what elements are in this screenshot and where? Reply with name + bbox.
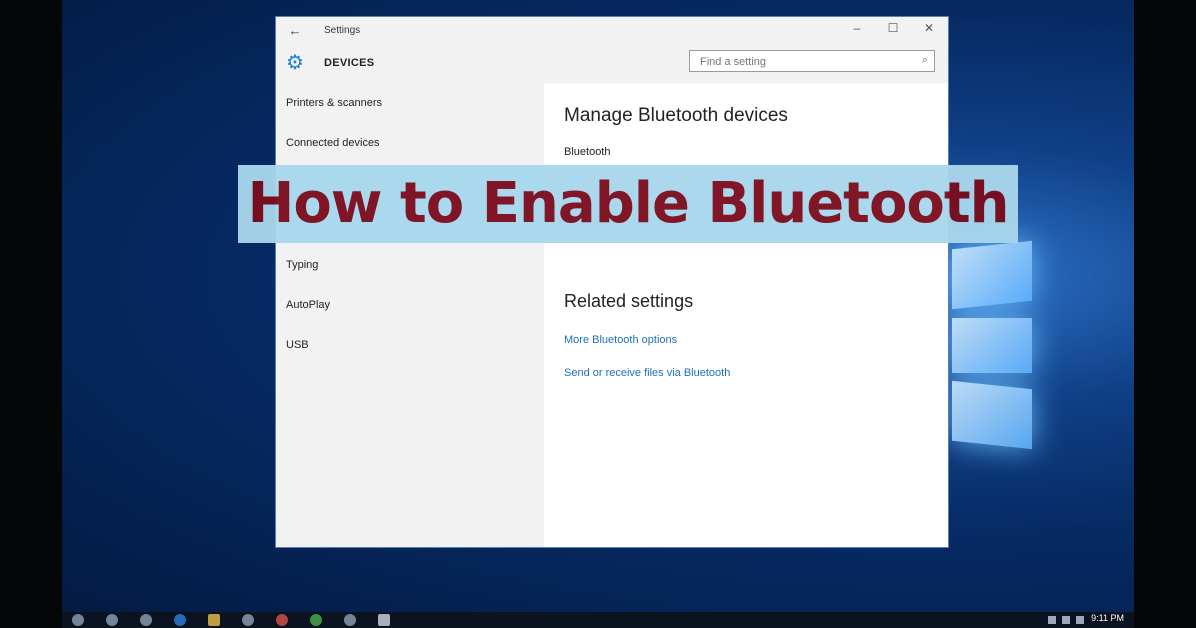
search-taskbar-icon[interactable]: [106, 614, 118, 626]
sidebar-item-connected-devices[interactable]: Connected devices: [286, 137, 380, 149]
file-explorer-icon[interactable]: [208, 614, 220, 626]
volume-icon[interactable]: [1062, 616, 1070, 624]
edge-icon[interactable]: [174, 614, 186, 626]
taskbar: 9:11 PM: [62, 612, 1134, 628]
more-bluetooth-options-link[interactable]: More Bluetooth options: [564, 334, 677, 346]
app-icon-red[interactable]: [276, 614, 288, 626]
gear-icon: ⚙: [286, 52, 304, 74]
bluetooth-label: Bluetooth: [564, 146, 611, 158]
send-receive-files-link[interactable]: Send or receive files via Bluetooth: [564, 367, 730, 379]
notification-icon[interactable]: [1076, 616, 1084, 624]
taskbar-clock[interactable]: 9:11 PM: [1091, 613, 1124, 623]
search-input[interactable]: [698, 52, 912, 72]
window-controls: – ☐ ✕: [848, 21, 938, 35]
title-bar: ← Settings – ☐ ✕: [276, 17, 948, 45]
start-icon[interactable]: [72, 614, 84, 626]
settings-header: ⚙ DEVICES ⌕: [276, 45, 948, 83]
sidebar-item-typing[interactable]: Typing: [286, 259, 318, 271]
search-box[interactable]: ⌕: [689, 50, 935, 72]
related-settings-heading: Related settings: [564, 291, 694, 311]
page-title: DEVICES: [324, 57, 375, 69]
app-icon-green[interactable]: [310, 614, 322, 626]
search-icon[interactable]: ⌕: [922, 54, 928, 67]
letterbox-left: [0, 0, 62, 628]
settings-taskbar-icon[interactable]: [378, 614, 390, 626]
window-title: Settings: [324, 25, 361, 36]
letterbox-right: [1134, 0, 1196, 628]
sidebar-item-autoplay[interactable]: AutoPlay: [286, 299, 330, 311]
sidebar: Printers & scanners Connected devices Ty…: [276, 83, 544, 547]
task-view-icon[interactable]: [140, 614, 152, 626]
main-content: Manage Bluetooth devices Bluetooth Relat…: [544, 83, 948, 547]
banner-text: How to Enable Bluetooth: [247, 171, 1009, 236]
minimize-icon[interactable]: –: [848, 21, 866, 35]
app-icon[interactable]: [344, 614, 356, 626]
system-tray: [1048, 616, 1084, 624]
settings-window: ← Settings – ☐ ✕ ⚙ DEVICES ⌕ Printers & …: [276, 17, 948, 547]
sidebar-item-printers-scanners[interactable]: Printers & scanners: [286, 97, 382, 109]
sidebar-item-usb[interactable]: USB: [286, 339, 309, 351]
maximize-icon[interactable]: ☐: [884, 21, 902, 35]
title-banner: How to Enable Bluetooth: [238, 165, 1018, 243]
close-icon[interactable]: ✕: [920, 21, 938, 35]
store-icon[interactable]: [242, 614, 254, 626]
windows-logo-wallpaper: [952, 230, 1032, 460]
network-icon[interactable]: [1048, 616, 1056, 624]
main-heading: Manage Bluetooth devices: [564, 105, 788, 126]
back-arrow-icon[interactable]: ←: [288, 23, 302, 38]
